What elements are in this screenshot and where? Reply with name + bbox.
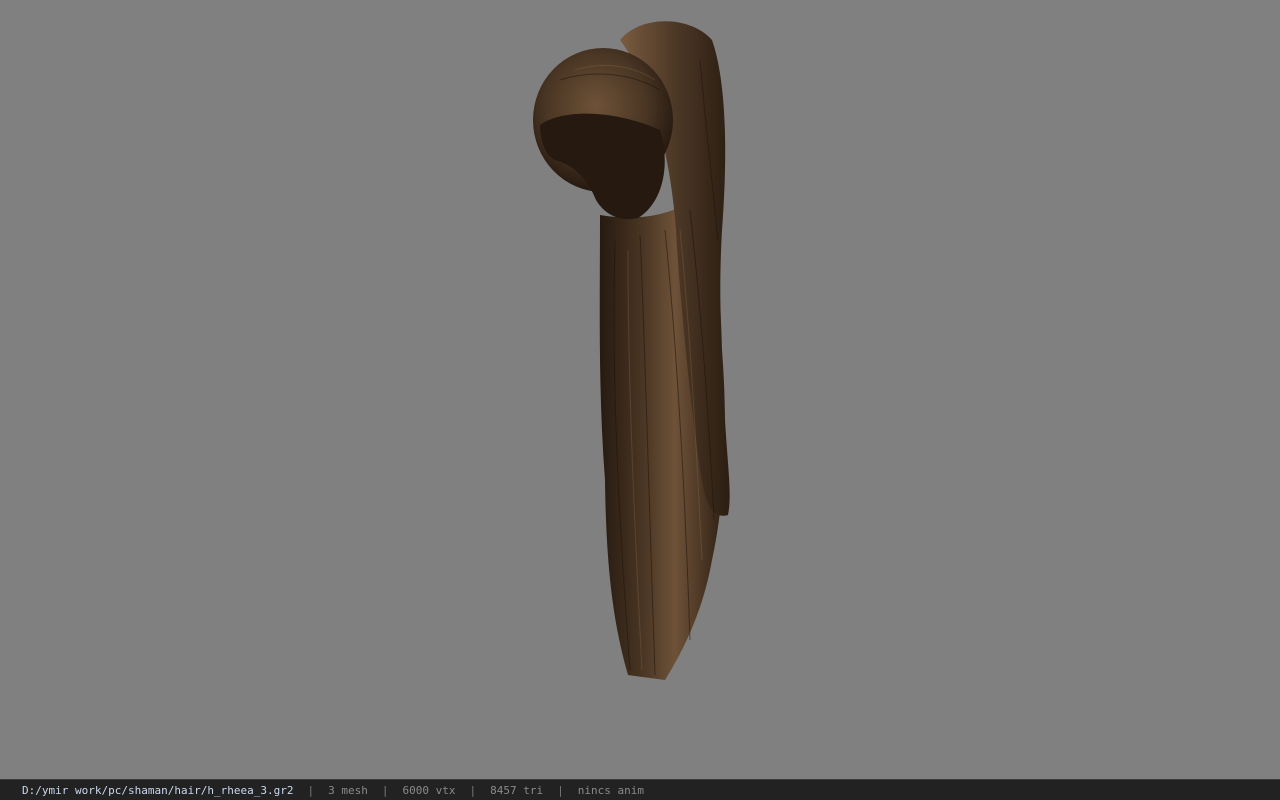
3d-viewport[interactable]: [0, 0, 1280, 779]
triangle-count: 8457 tri: [490, 783, 544, 797]
status-bar: D:/ymir work/pc/shaman/hair/h_rheea_3.gr…: [0, 779, 1280, 800]
file-path: D:/ymir work/pc/shaman/hair/h_rheea_3.gr…: [22, 783, 294, 797]
separator: |: [557, 783, 564, 797]
animation-status: nincs anim: [577, 783, 644, 797]
mesh-count: 3 mesh: [328, 783, 368, 797]
separator: |: [307, 783, 315, 797]
separator: |: [381, 783, 389, 797]
hair-model-render[interactable]: [0, 0, 1280, 779]
separator: |: [469, 783, 477, 797]
vertex-count: 6000 vtx: [402, 783, 456, 797]
